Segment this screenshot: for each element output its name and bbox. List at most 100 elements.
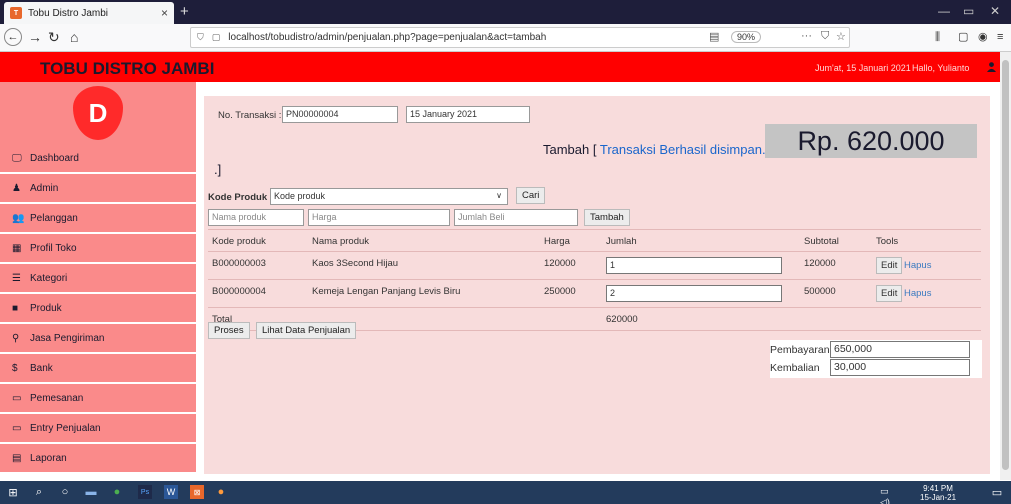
monitor-icon: 🖵: [12, 152, 22, 164]
kembalian-field[interactable]: 30,000: [830, 359, 970, 376]
sidebar-item-pelanggan[interactable]: 👥 Pelanggan: [0, 204, 196, 232]
sidebar-item-label: Jasa Pengiriman: [30, 332, 105, 344]
chrome-icon[interactable]: ●: [110, 485, 124, 499]
window-close-icon[interactable]: ✕: [990, 4, 1000, 18]
harga-cell: 250000: [544, 286, 576, 297]
account-icon[interactable]: ◉: [978, 30, 988, 44]
zoom-level[interactable]: 90%: [731, 31, 762, 43]
sidebar-item-produk[interactable]: ■ Produk: [0, 294, 196, 322]
harga-input[interactable]: Harga: [308, 209, 450, 226]
cari-button[interactable]: Cari: [516, 187, 546, 204]
cortana-icon[interactable]: ○: [58, 485, 72, 499]
file-explorer-icon[interactable]: ▬: [84, 485, 98, 499]
address-bar[interactable]: ⛉ ▢ localhost/tobudistro/admin/penjualan…: [190, 27, 850, 48]
back-button[interactable]: ←: [4, 28, 22, 46]
sidebar-item-label: Bank: [30, 362, 53, 374]
clock-time: 9:41 PM: [923, 484, 953, 493]
scrollbar-thumb[interactable]: [1002, 60, 1009, 470]
sidebar-toggle-icon[interactable]: ▢: [958, 30, 968, 44]
header-date: Jum'at, 15 Januari 2021: [815, 63, 911, 73]
briefcase-icon: ■: [12, 302, 19, 314]
windows-start-icon[interactable]: ⊞: [6, 485, 20, 499]
bookmark-star-icon[interactable]: ☆: [836, 30, 846, 43]
edit-button[interactable]: Edit: [876, 257, 903, 274]
close-tab-icon[interactable]: ×: [161, 6, 168, 20]
pocket-icon[interactable]: ⛉: [821, 30, 829, 43]
users-icon: 👥: [12, 212, 25, 224]
pembayaran-field[interactable]: 650,000: [830, 341, 970, 358]
sidebar-item-label: Admin: [30, 182, 59, 194]
firefox-icon[interactable]: ●: [214, 485, 228, 499]
browser-tab-title: Tobu Distro Jambi: [28, 7, 109, 19]
table-header-row: Kode produk Nama produk Harga Jumlah Sub…: [208, 229, 981, 251]
chevron-down-icon: ∨: [496, 191, 502, 200]
home-icon[interactable]: ⌂: [70, 30, 78, 44]
url-text: localhost/tobudistro/admin/penjualan.php…: [228, 32, 547, 43]
sidebar-item-kategori[interactable]: ☰ Kategori: [0, 264, 196, 292]
nama-produk-input[interactable]: Nama produk: [208, 209, 304, 226]
library-icon[interactable]: ⫼: [935, 30, 940, 44]
forward-button[interactable]: →: [28, 30, 42, 44]
pembayaran-label: Pembayaran: [770, 344, 830, 356]
xampp-icon[interactable]: ⊠: [190, 485, 204, 499]
logo-area: D: [0, 82, 196, 144]
user-icon[interactable]: [987, 62, 996, 72]
sidebar-item-bank[interactable]: $ Bank: [0, 354, 196, 382]
table-row: B000000004 Kemeja Lengan Panjang Levis B…: [208, 279, 981, 307]
sidebar-item-dashboard[interactable]: 🖵 Dashboard: [0, 144, 196, 172]
search-icon[interactable]: ⌕: [32, 485, 46, 499]
proses-button[interactable]: Proses: [208, 322, 250, 339]
browser-tab[interactable]: T Tobu Distro Jambi ×: [4, 2, 174, 24]
sidebar-item-label: Produk: [30, 302, 62, 314]
sidebar-item-admin[interactable]: ♟ Admin: [0, 174, 196, 202]
status-message: Tambah [ Transaksi Berhasil disimpan. .: [543, 142, 773, 157]
photoshop-icon[interactable]: Ps: [138, 485, 152, 499]
notification-icon[interactable]: ▭: [990, 485, 1004, 499]
sidebar-item-label: Pelanggan: [30, 212, 78, 224]
more-actions-icon[interactable]: ···: [801, 30, 812, 42]
no-transaksi-field[interactable]: PN00000004: [282, 106, 398, 123]
brand-title[interactable]: TOBU DISTRO JAMBI: [40, 59, 214, 79]
sidebar: D 🖵 Dashboard ♟ Admin 👥 Pelanggan ▦ Prof…: [0, 82, 196, 474]
list-icon: ☰: [12, 272, 21, 284]
restore-icon[interactable]: ▭: [963, 4, 974, 18]
edit-button[interactable]: Edit: [876, 285, 903, 302]
reload-icon[interactable]: ↻: [48, 30, 60, 44]
report-icon: ▤: [12, 452, 22, 464]
clock-date: 15-Jan-21: [920, 493, 957, 502]
kode-produk-select-value: Kode produk: [274, 191, 326, 201]
sidebar-item-laporan[interactable]: ▤ Laporan: [0, 444, 196, 472]
column-header: Jumlah: [606, 236, 637, 247]
tray-icons[interactable]: ^ ▭ ◁): [880, 476, 894, 504]
hapus-link[interactable]: Hapus: [904, 288, 931, 299]
kode-produk-select[interactable]: Kode produk ∨: [270, 188, 508, 205]
hapus-link[interactable]: Hapus: [904, 260, 931, 271]
jumlah-beli-input[interactable]: Jumlah Beli: [454, 209, 578, 226]
kode-produk-label: Kode Produk: [208, 192, 268, 203]
sidebar-item-label: Laporan: [30, 452, 67, 464]
new-tab-button[interactable]: +: [180, 3, 189, 20]
kembalian-label: Kembalian: [770, 362, 820, 374]
user-greeting[interactable]: Hallo, Yulianto: [912, 63, 969, 73]
system-clock[interactable]: 9:41 PM 15-Jan-21: [920, 484, 956, 502]
tambah-button[interactable]: Tambah: [584, 209, 630, 226]
sidebar-item-entry-penjualan[interactable]: ▭ Entry Penjualan: [0, 414, 196, 442]
sidebar-item-jasa-pengiriman[interactable]: ⚲ Jasa Pengiriman: [0, 324, 196, 352]
brand-logo: D: [73, 86, 123, 140]
kode-cell: B000000003: [212, 258, 266, 269]
jumlah-input[interactable]: 1: [606, 257, 782, 274]
jumlah-input[interactable]: 2: [606, 285, 782, 302]
column-header: Nama produk: [312, 236, 370, 247]
sidebar-item-profil-toko[interactable]: ▦ Profil Toko: [0, 234, 196, 262]
success-message: Transaksi Berhasil disimpan. .: [596, 142, 773, 157]
os-taskbar: ⊞ ⌕ ○ ▬ ● Ps W ⊠ ● ^ ▭ ◁) 9:41 PM 15-Jan…: [0, 476, 1011, 504]
lihat-data-penjualan-button[interactable]: Lihat Data Penjualan: [256, 322, 357, 339]
app-header: TOBU DISTRO JAMBI Jum'at, 15 Januari 202…: [0, 52, 1000, 82]
tanggal-field[interactable]: 15 January 2021: [406, 106, 530, 123]
menu-icon[interactable]: ≡: [997, 30, 1003, 44]
sidebar-item-pemesanan[interactable]: ▭ Pemesanan: [0, 384, 196, 412]
word-icon[interactable]: W: [164, 485, 178, 499]
page-actions-icon[interactable]: ▤: [709, 30, 719, 43]
minimize-icon[interactable]: —: [938, 4, 950, 18]
sidebar-item-label: Entry Penjualan: [30, 422, 101, 434]
